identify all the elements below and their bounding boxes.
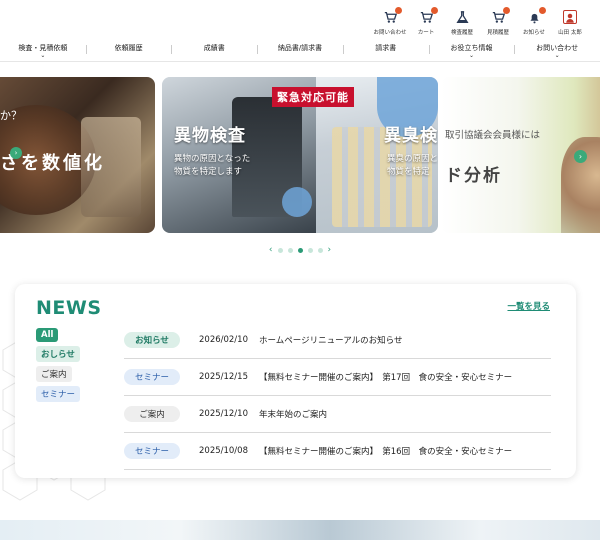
carousel-dot[interactable]	[277, 247, 283, 253]
nav-request-history[interactable]: 依頼履歴	[85, 40, 172, 60]
nav-useful-info[interactable]: お役立ち情報 ⌄	[428, 40, 515, 60]
news-date: 2025/10/08	[199, 446, 248, 456]
nav-label: 依頼履歴	[114, 44, 143, 52]
news-date: 2026/02/10	[199, 335, 248, 345]
utility-label: 検査履歴	[450, 30, 473, 36]
news-title: 年末年始のご案内	[259, 410, 328, 420]
user-icon	[563, 10, 577, 24]
main-nav: 検査・見積依頼 ⌄ 依頼履歴 成績書 納品書/請求書 請求書 お役立ち情報 ⌄ …	[0, 40, 600, 60]
category-badge: ご案内	[124, 406, 180, 422]
utility-label: お問い合わせ	[373, 30, 407, 36]
cart-link[interactable]: カート	[408, 7, 444, 36]
news-title: ホームページリニューアルのお知らせ	[259, 336, 403, 346]
chevron-down-icon: ⌄	[554, 52, 560, 59]
nav-divider	[0, 61, 600, 62]
news-heading: NEWS	[36, 297, 102, 319]
filter-info[interactable]: おしらせ	[36, 346, 80, 362]
filter-guide[interactable]: ご案内	[36, 366, 72, 382]
carousel-dot[interactable]	[307, 247, 313, 253]
news-item[interactable]: ご案内 2025/12/10 年末年始のご案内	[124, 396, 551, 433]
hero-carousel: か？ さを数値化 › 緊急対応可能 異物検査 異物の原因となった 物質を特定しま…	[0, 77, 600, 233]
news-panel: NEWS 一覧を見る All おしらせ ご案内 セミナー お知らせ 2026/0…	[15, 284, 576, 478]
nav-delivery-invoice[interactable]: 納品書/請求書	[257, 40, 343, 60]
inspection-history-link[interactable]: 検査履歴	[444, 10, 480, 36]
news-list: お知らせ 2026/02/10 ホームページリニューアルのお知らせ セミナー 2…	[124, 322, 551, 470]
nav-label: 請求書	[375, 44, 397, 52]
desc-line: 異物の原因となった	[174, 154, 251, 164]
slide-subtitle: 取引協議会会員様には	[445, 130, 541, 141]
slide-desc-odor: 異臭の原因と 物質を特定	[387, 153, 438, 179]
user-name: 山田 太郎	[558, 30, 582, 36]
slide-title-odor: 異臭検	[384, 126, 438, 146]
notice-link[interactable]: お知らせ	[516, 7, 552, 36]
carousel-dot[interactable]	[317, 247, 323, 253]
desc-line: 異臭の原因と	[387, 154, 438, 164]
news-date: 2025/12/10	[199, 409, 248, 419]
notification-dot	[503, 7, 510, 14]
notification-dot	[431, 7, 438, 14]
category-badge: お知らせ	[124, 332, 180, 348]
next-arrow-icon[interactable]: ›	[574, 150, 587, 163]
nav-label: 成績書	[203, 44, 225, 52]
bell-icon	[527, 7, 546, 24]
nav-label: 納品書/請求書	[277, 44, 323, 52]
category-badge: セミナー	[124, 443, 180, 459]
news-date: 2025/12/15	[199, 372, 248, 382]
nav-invoice[interactable]: 請求書	[342, 40, 429, 60]
chevron-left-icon[interactable]: ‹	[269, 245, 273, 255]
news-filters: All おしらせ ご案内 セミナー	[36, 328, 81, 402]
urgent-badge: 緊急対応可能	[272, 87, 354, 107]
carousel-slide-active[interactable]: 緊急対応可能 異物検査 異物の原因となった 物質を特定します 異臭検 異臭の原因…	[162, 77, 438, 233]
slide-desc-foreign-matter: 異物の原因となった 物質を特定します	[174, 153, 250, 179]
utility-label: 見積履歴	[486, 30, 509, 36]
user-menu[interactable]: 山田 太郎	[552, 10, 588, 36]
nav-inspection-request[interactable]: 検査・見積依頼 ⌄	[0, 40, 86, 60]
carousel-dot-active[interactable]	[297, 247, 303, 253]
contact-link[interactable]: お問い合わせ	[372, 7, 408, 36]
slide-question: か？	[0, 109, 22, 122]
desc-line: 物質を特定します	[174, 167, 243, 177]
cart-icon	[491, 7, 510, 24]
carousel-dot[interactable]	[287, 247, 293, 253]
notification-dot	[539, 7, 546, 14]
nav-reports[interactable]: 成績書	[171, 40, 257, 60]
flask-icon	[455, 10, 469, 24]
news-item[interactable]: お知らせ 2026/02/10 ホームページリニューアルのお知らせ	[124, 322, 551, 359]
news-title: 【無料セミナー開催のご案内】 第17回 食の安全・安心セミナー	[259, 373, 513, 383]
see-all-link[interactable]: 一覧を見る	[507, 300, 550, 312]
cart-icon	[419, 7, 438, 24]
nav-contact[interactable]: お問い合わせ ⌄	[514, 40, 600, 60]
cart-icon	[383, 7, 402, 24]
slide-headline: ド分析	[445, 166, 502, 186]
notification-dot	[395, 7, 402, 14]
footer-banner-image	[0, 520, 600, 540]
chevron-down-icon: ⌄	[40, 52, 46, 59]
quote-history-link[interactable]: 見積履歴	[480, 7, 516, 36]
header-utility: お問い合わせ カート 検査履歴 見積履歴 お知らせ 山田 太郎	[372, 7, 588, 36]
desc-line: 物質を特定	[387, 167, 430, 177]
news-item[interactable]: セミナー 2025/12/15 【無料セミナー開催のご案内】 第17回 食の安全…	[124, 359, 551, 396]
filter-all[interactable]: All	[36, 328, 59, 342]
glove-image	[282, 187, 312, 217]
slide-title-foreign-matter: 異物検査	[174, 126, 246, 146]
prev-arrow-icon[interactable]: ›	[10, 147, 22, 159]
carousel-pagination: ‹ ›	[0, 245, 600, 255]
utility-label: カート	[417, 30, 435, 36]
carousel-slide[interactable]: か？ さを数値化 ›	[0, 77, 155, 233]
news-item[interactable]: セミナー 2025/10/08 【無料セミナー開催のご案内】 第16回 食の安全…	[124, 433, 551, 470]
chevron-right-icon[interactable]: ›	[328, 245, 332, 255]
chevron-down-icon: ⌄	[468, 52, 474, 59]
category-badge: セミナー	[124, 369, 180, 385]
filter-seminar[interactable]: セミナー	[36, 386, 81, 402]
utility-label: お知らせ	[523, 30, 545, 36]
news-title: 【無料セミナー開催のご案内】 第16回 食の安全・安心セミナー	[259, 447, 513, 457]
